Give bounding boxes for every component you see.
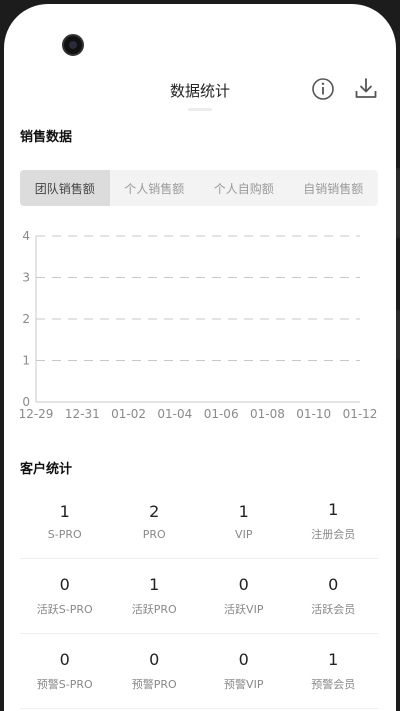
stat-value: 0 [238,650,249,669]
customer-section-title: 客户统计 [20,462,73,477]
tab-personal-purchase[interactable]: 个人自购额 [199,170,289,206]
stat-active-vip[interactable]: 0 活跃VIP [199,559,289,633]
stat-label: 预警S-PRO [36,678,93,691]
stat-value: 0 [238,575,249,594]
front-camera [62,34,84,56]
stat-active-pro[interactable]: 1 活跃PRO [110,559,200,633]
title-underline [188,108,212,111]
stat-value: 1 [328,500,339,519]
x-tick-label: 01-12 [343,407,378,421]
y-tick-label: 3 [22,271,30,285]
side-button [396,168,400,238]
app-header: 数据统计 [4,72,396,111]
sales-chart: 0 1 2 3 4 12-29 12-31 01-02 01-04 01-06 01-08 01-10… [14,222,384,427]
stat-value: 1 [149,575,160,594]
x-tick-label: 12-29 [19,407,54,421]
stat-label: 预警VIP [224,678,264,691]
stat-label: 活跃PRO [131,603,177,616]
stat-value: 0 [149,650,160,669]
stat-label: PRO [142,527,166,541]
stat-label: S-PRO [47,527,82,541]
stat-label: 预警PRO [131,678,177,691]
stat-warning-s-pro[interactable]: 0 预警S-PRO [20,634,110,708]
stat-value: 0 [59,650,70,669]
stat-s-pro[interactable]: 1 S-PRO [20,484,110,558]
app-screen: 数据统计 销售数据 团队销售额 个人销售额 个人自购额 自销销售额 0 1 2 3 4 1… [4,4,396,711]
y-tick-label: 1 [22,354,30,368]
x-tick-label: 01-08 [250,407,285,421]
stat-warning-pro[interactable]: 0 预警PRO [110,634,200,708]
stat-value: 2 [149,501,160,521]
stat-value: 1 [59,501,70,521]
phone-frame: 数据统计 销售数据 团队销售额 个人销售额 个人自购额 自销销售额 0 1 2 3 4 1… [0,0,400,711]
x-tick-label: 01-04 [157,407,192,421]
stat-warning-member[interactable]: 1 预警会员 [289,634,379,708]
sales-section-title: 销售数据 [20,130,73,145]
sales-chart-svg: 0123412-29 12-31 01-02 01-04 01-06 01-08 01-10… [19,229,378,421]
x-tick-label: 12-31 [65,407,100,421]
side-button [396,310,400,360]
x-tick-label: 01-10 [296,407,331,421]
stats-row: 1 S-PRO 2 PRO 1 VIP 1 注册会员 [20,484,378,559]
stat-warning-vip[interactable]: 0 预警VIP [199,634,289,708]
download-icon[interactable] [353,76,379,102]
stat-value: 0 [328,575,339,594]
info-circle-icon[interactable] [310,76,336,102]
stat-active-member[interactable]: 0 活跃会员 [289,559,379,633]
stat-active-s-pro[interactable]: 0 活跃S-PRO [20,559,110,633]
stat-label: 活跃会员 [311,603,356,616]
stat-pro[interactable]: 2 PRO [110,484,200,558]
stat-value: 1 [238,501,249,521]
stat-label: 预警会员 [311,678,356,691]
stats-row: 0 预警S-PRO 0 预警PRO 0 预警VIP 1 预警会员 [20,634,378,709]
tab-personal-sales[interactable]: 个人销售额 [110,170,200,206]
customer-stats-grid: 1 S-PRO 2 PRO 1 VIP 1 注册会员 0 活跃S-PRO 1 活… [20,484,378,709]
sales-tabs: 团队销售额 个人销售额 个人自购额 自销销售额 [20,170,378,206]
y-tick-label: 4 [22,229,30,243]
stat-label: 注册会员 [311,528,356,541]
stat-value: 0 [59,575,70,594]
page-title: 数据统计 [169,82,230,100]
stat-value: 1 [328,650,339,669]
tab-self-sales[interactable]: 自销销售额 [289,170,379,206]
stat-vip[interactable]: 1 VIP [199,484,289,558]
x-tick-label: 01-06 [204,407,239,421]
stat-registered-member[interactable]: 1 注册会员 [289,484,379,558]
stat-label: VIP [235,527,253,541]
x-tick-label: 01-02 [111,407,146,421]
y-tick-label: 2 [22,312,30,326]
stats-row: 0 活跃S-PRO 1 活跃PRO 0 活跃VIP 0 活跃会员 [20,559,378,634]
stat-label: 活跃VIP [224,603,264,616]
stat-label: 活跃S-PRO [36,603,93,616]
tab-team-sales[interactable]: 团队销售额 [20,170,110,206]
